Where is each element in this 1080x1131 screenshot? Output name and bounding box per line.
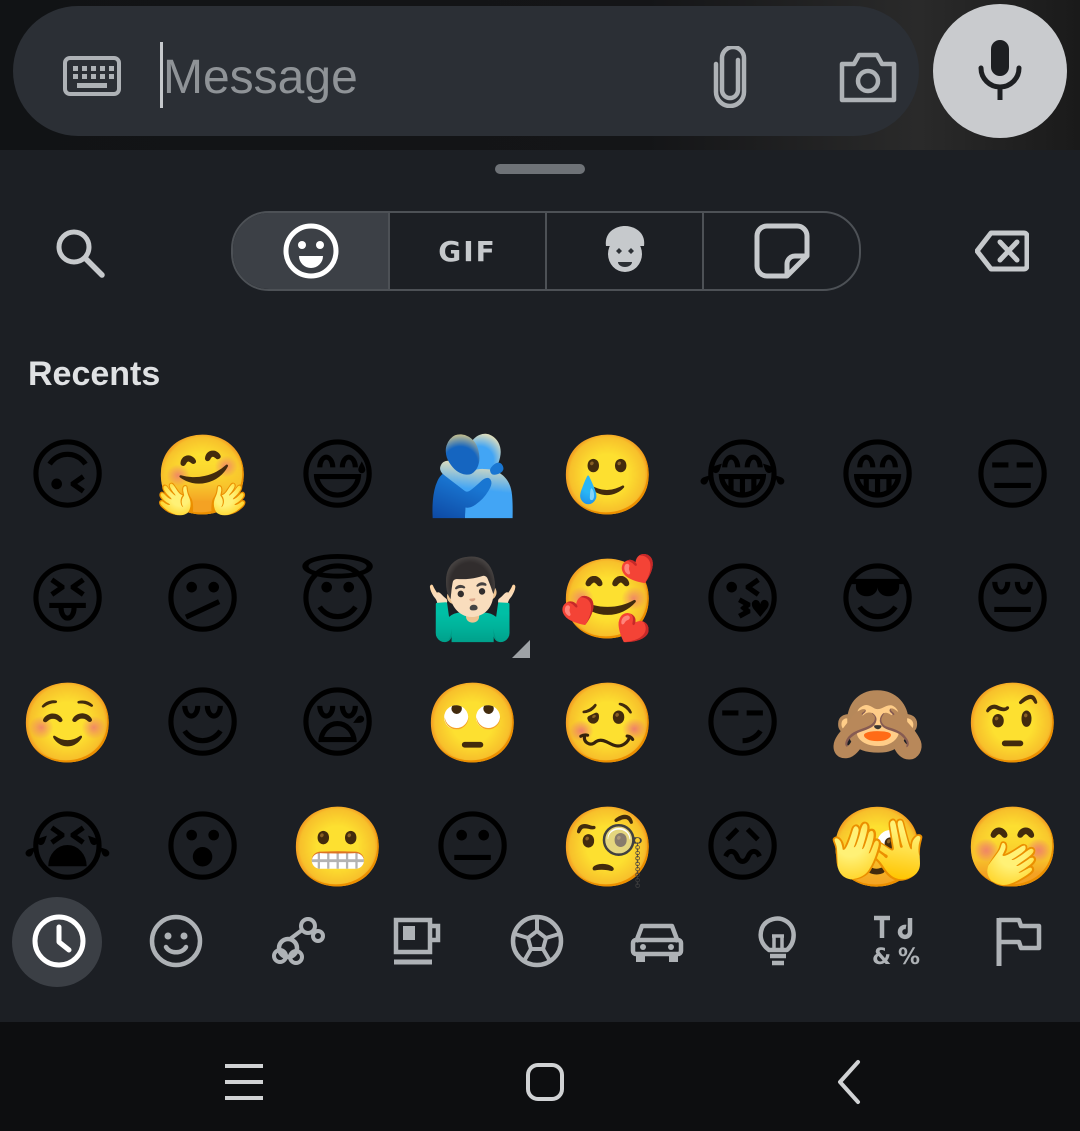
category-animals-nature[interactable]	[254, 890, 344, 1000]
emoji-key[interactable]: 😮	[135, 786, 270, 888]
emoji-key[interactable]: 😕	[135, 538, 270, 662]
flag-icon	[996, 917, 1042, 966]
car-icon	[630, 923, 684, 962]
emoji-key[interactable]: 🥰	[540, 538, 675, 662]
composer-area	[0, 0, 1080, 150]
emoji-row: 🙃 🤗 😅 🫂 🥲 😂 😁 😑	[0, 414, 1080, 538]
emoji-key[interactable]: 😌	[135, 662, 270, 786]
emoji-key[interactable]: 😏	[675, 662, 810, 786]
microphone-icon	[978, 40, 1022, 100]
emoji-key[interactable]: ☺️	[0, 662, 135, 786]
emoji-key[interactable]: 😖	[675, 786, 810, 888]
svg-text:%: %	[898, 945, 920, 970]
emoji-row: ☺️ 😌 😪 🙄 🥴 😏 🙈 🤨	[0, 662, 1080, 786]
keyboard-icon[interactable]	[63, 56, 121, 96]
paperclip-icon[interactable]	[708, 46, 754, 108]
system-navigation-bar	[0, 1022, 1080, 1131]
drag-handle[interactable]	[495, 164, 585, 174]
emoji-key[interactable]: 🙈	[810, 662, 945, 786]
emoji-grid: 🙃 🤗 😅 🫂 🥲 😂 😁 😑 😝 😕 😇 🤷🏻‍♂️ 🥰 😘 😎 😔 ☺️ 😌…	[0, 410, 1080, 888]
emoji-key[interactable]: 🙄	[405, 662, 540, 786]
emoji-key[interactable]: 😁	[810, 414, 945, 538]
recent-apps-icon[interactable]	[214, 1052, 274, 1112]
home-icon[interactable]	[515, 1052, 575, 1112]
emoji-key[interactable]: 😝	[0, 538, 135, 662]
emoji-key[interactable]: 😘	[675, 538, 810, 662]
emoji-key[interactable]: 😑	[945, 414, 1080, 538]
sticker-icon	[754, 223, 809, 279]
emoji-key[interactable]: 🥴	[540, 662, 675, 786]
category-smileys[interactable]	[133, 890, 223, 1000]
emoji-glyph: 🤷🏻‍♂️	[423, 555, 522, 645]
emoji-key[interactable]: 😎	[810, 538, 945, 662]
emoji-row: 😭 😮 😬 😐 🧐 😖 🫣 🤭	[0, 786, 1080, 888]
emoji-key[interactable]: 😂	[675, 414, 810, 538]
category-objects[interactable]	[735, 890, 825, 1000]
back-icon[interactable]	[820, 1052, 880, 1112]
emoji-key[interactable]: 🤨	[945, 662, 1080, 786]
emoji-key[interactable]: 😔	[945, 538, 1080, 662]
message-input[interactable]	[163, 44, 683, 110]
tab-emoji[interactable]	[233, 213, 390, 289]
lightbulb-icon	[758, 916, 796, 966]
avatar-sticker-icon	[605, 226, 644, 272]
category-food-drink[interactable]	[374, 890, 464, 1000]
tab-sticker[interactable]	[704, 213, 859, 289]
tab-avatar[interactable]	[547, 213, 704, 289]
smiley-icon	[283, 223, 338, 279]
category-symbols[interactable]: & %	[854, 890, 944, 1000]
gif-label: GIF	[438, 234, 497, 268]
smiley-icon	[149, 914, 203, 968]
flower-icon	[272, 917, 325, 965]
emoji-key[interactable]: 😅	[270, 414, 405, 538]
voice-message-button[interactable]	[933, 4, 1067, 138]
emoji-key[interactable]: 🧐	[540, 786, 675, 888]
emoji-key[interactable]: 😬	[270, 786, 405, 888]
emoji-key[interactable]: 🤗	[135, 414, 270, 538]
symbols-icon: & %	[872, 915, 920, 970]
emoji-row: 😝 😕 😇 🤷🏻‍♂️ 🥰 😘 😎 😔	[0, 538, 1080, 662]
category-recents[interactable]	[12, 890, 106, 1000]
section-title-recents: Recents	[28, 355, 161, 393]
category-activities[interactable]	[494, 890, 584, 1000]
emoji-category-bar: & %	[0, 890, 1080, 1000]
message-bar	[13, 6, 919, 136]
emoji-key[interactable]: 🫣	[810, 786, 945, 888]
svg-text:&: &	[872, 945, 891, 970]
clock-icon	[32, 914, 86, 968]
coffee-icon	[393, 917, 441, 965]
tab-gif[interactable]: GIF	[390, 213, 547, 289]
emoji-key[interactable]: 😐	[405, 786, 540, 888]
category-travel-places[interactable]	[614, 890, 704, 1000]
search-icon[interactable]	[52, 225, 108, 281]
emoji-key[interactable]: 🫂	[405, 414, 540, 538]
emoji-key[interactable]: 🤭	[945, 786, 1080, 888]
backspace-icon[interactable]	[975, 230, 1029, 272]
emoji-key-with-variants[interactable]: 🤷🏻‍♂️	[405, 538, 540, 662]
emoji-key[interactable]: 🙃	[0, 414, 135, 538]
camera-icon[interactable]	[838, 50, 898, 104]
emoji-key[interactable]: 🥲	[540, 414, 675, 538]
emoji-key[interactable]: 😇	[270, 538, 405, 662]
emoji-panel-tabs: GIF	[231, 211, 861, 291]
soccer-ball-icon	[510, 914, 564, 968]
category-flags[interactable]	[975, 890, 1065, 1000]
emoji-key[interactable]: 😭	[0, 786, 135, 888]
skin-tone-variant-indicator	[512, 640, 530, 658]
emoji-key[interactable]: 😪	[270, 662, 405, 786]
